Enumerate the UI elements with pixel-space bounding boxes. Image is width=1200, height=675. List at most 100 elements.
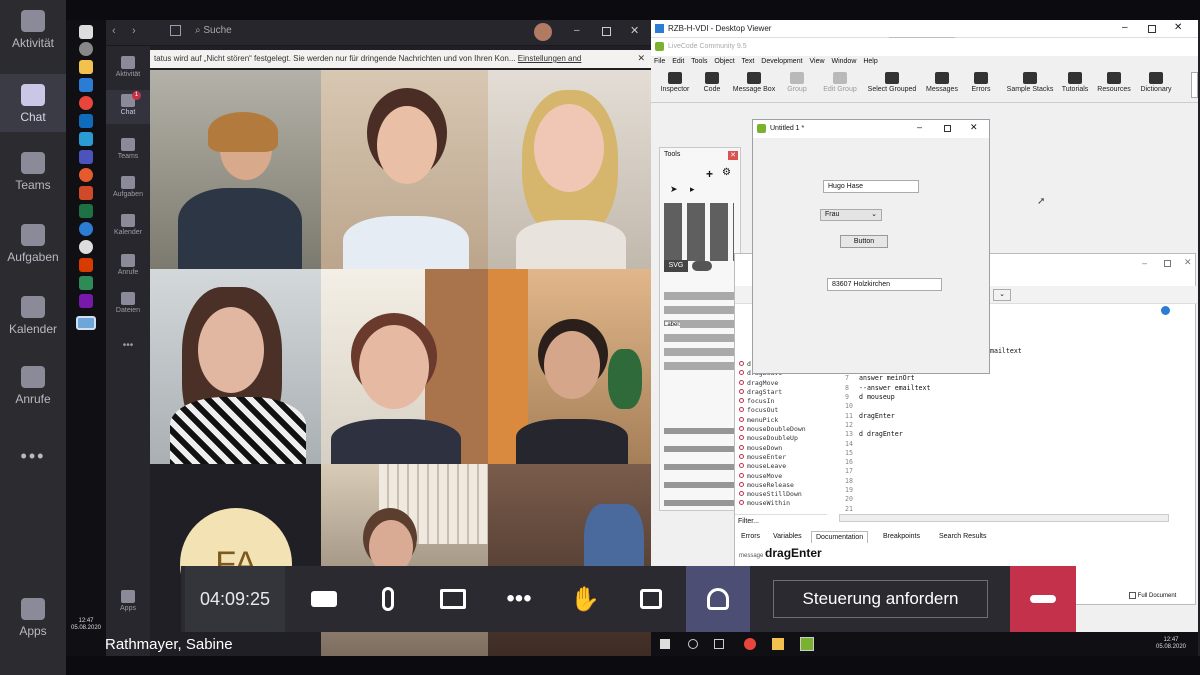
handler-item[interactable]: mouseWithin xyxy=(739,499,823,508)
app-icon[interactable] xyxy=(79,258,93,272)
maximize-icon[interactable] xyxy=(1164,260,1171,267)
pointer-tool-icon[interactable]: ➤ xyxy=(670,184,678,195)
close-icon[interactable]: ✕ xyxy=(1174,22,1182,33)
gear-icon[interactable]: ⚙ xyxy=(722,167,731,178)
menu-window[interactable]: Window xyxy=(831,58,856,65)
irail-teams[interactable]: Teams xyxy=(106,138,150,166)
maximize-icon[interactable] xyxy=(1148,25,1156,33)
run-tool-icon[interactable]: ▸ xyxy=(690,184,695,195)
handler-item[interactable]: mouseStillDown xyxy=(739,490,823,499)
raise-hand-button[interactable]: ✋ xyxy=(553,566,617,632)
paint-tools-grid[interactable] xyxy=(664,428,734,508)
video-tile[interactable] xyxy=(488,269,651,464)
group-button[interactable]: Group xyxy=(785,72,809,100)
share-screen-button[interactable] xyxy=(421,566,485,632)
close-icon[interactable]: ✕ xyxy=(637,53,645,64)
handler-item[interactable]: focusIn xyxy=(739,397,823,406)
toggle-tool[interactable] xyxy=(692,261,712,271)
inspector-button[interactable]: Inspector xyxy=(657,72,693,100)
errors-button[interactable]: Errors xyxy=(967,72,995,100)
menu-edit[interactable]: Edit xyxy=(672,58,684,65)
menu-text[interactable]: Text xyxy=(741,58,754,65)
add-icon[interactable]: + xyxy=(706,167,713,181)
menu-file[interactable]: File xyxy=(654,58,665,65)
handler-item[interactable]: mouseLeave xyxy=(739,462,823,471)
menu-help[interactable]: Help xyxy=(863,58,877,65)
search-box[interactable]: ⌕ Suche xyxy=(195,25,505,41)
info-icon[interactable] xyxy=(1161,306,1170,315)
tab-errors[interactable]: Errors xyxy=(741,533,760,540)
handler-item[interactable]: dragMove xyxy=(739,379,823,388)
chat-button[interactable] xyxy=(619,566,683,632)
camera-button[interactable] xyxy=(292,566,356,632)
task-view-icon[interactable] xyxy=(714,639,724,649)
windows-start-icon[interactable] xyxy=(660,639,670,649)
irail-apps[interactable]: Apps xyxy=(106,590,150,618)
handler-item[interactable]: mouseMove xyxy=(739,472,823,481)
avatar[interactable] xyxy=(534,23,552,41)
livecode-icon[interactable] xyxy=(800,637,814,651)
firefox-icon[interactable] xyxy=(79,168,93,182)
rail-item-calendar[interactable]: Kalender xyxy=(0,296,66,344)
name-field[interactable]: Hugo Hase xyxy=(823,180,919,193)
app-icon[interactable] xyxy=(79,240,93,254)
irail-calls[interactable]: Anrufe xyxy=(106,254,150,282)
resources-button[interactable]: Resources xyxy=(1095,72,1133,100)
irail-tasks[interactable]: Aufgaben xyxy=(106,176,150,204)
powerpoint-icon[interactable] xyxy=(79,186,93,200)
rail-item-apps[interactable]: Apps xyxy=(0,598,66,646)
folder-icon[interactable] xyxy=(772,638,784,650)
rail-item-teams[interactable]: Teams xyxy=(0,152,66,200)
rail-item-tasks[interactable]: Aufgaben xyxy=(0,224,66,272)
close-icon[interactable]: ✕ xyxy=(1184,257,1192,268)
menu-object[interactable]: Object xyxy=(714,58,734,65)
rail-more-button[interactable]: ••• xyxy=(0,446,66,470)
close-icon[interactable]: ✕ xyxy=(630,24,639,37)
horizontal-scrollbar[interactable] xyxy=(839,514,1169,522)
rail-item-calls[interactable]: Anrufe xyxy=(0,366,66,414)
hang-up-button[interactable] xyxy=(1010,566,1076,632)
close-icon[interactable]: ✕ xyxy=(970,122,978,133)
select-grouped-button[interactable]: Select Grouped xyxy=(865,72,919,100)
search-icon[interactable] xyxy=(79,42,93,56)
onenote-icon[interactable] xyxy=(79,294,93,308)
minimize-icon[interactable]: – xyxy=(1142,258,1147,268)
irail-files[interactable]: Dateien xyxy=(106,292,150,320)
video-tile[interactable] xyxy=(488,70,651,269)
minimize-icon[interactable]: – xyxy=(917,122,922,132)
tutorials-button[interactable]: Tutorials xyxy=(1057,72,1093,100)
tab-search-results[interactable]: Search Results xyxy=(939,533,986,540)
video-tile[interactable] xyxy=(321,70,488,269)
rail-item-chat[interactable]: Chat xyxy=(0,74,66,132)
menu-view[interactable]: View xyxy=(809,58,824,65)
tab-variables[interactable]: Variables xyxy=(773,533,802,540)
chevron-down-icon[interactable]: ⌄ xyxy=(993,289,1011,301)
handler-item[interactable]: mouseDoubleDown xyxy=(739,425,823,434)
forward-arrow-icon[interactable]: › xyxy=(132,25,136,37)
tab-breakpoints[interactable]: Breakpoints xyxy=(883,533,920,540)
handler-item[interactable]: dragStart xyxy=(739,388,823,397)
tab-documentation[interactable]: Documentation xyxy=(811,531,869,543)
video-tile[interactable] xyxy=(321,269,488,464)
microphone-button[interactable] xyxy=(356,566,420,632)
app-icon-active[interactable] xyxy=(76,316,96,330)
more-actions-button[interactable]: ••• xyxy=(487,566,551,632)
edit-group-button[interactable]: Edit Group xyxy=(821,72,859,100)
handler-item[interactable]: mouseDown xyxy=(739,444,823,453)
maximize-icon[interactable] xyxy=(602,27,611,36)
menu-development[interactable]: Development xyxy=(761,58,802,65)
full-document-checkbox[interactable]: Full Document xyxy=(1129,592,1176,599)
object-tools-grid[interactable] xyxy=(664,203,734,261)
video-tile[interactable] xyxy=(150,70,321,269)
maximize-icon[interactable] xyxy=(944,125,951,132)
teams-taskbar-icon[interactable] xyxy=(79,150,93,164)
windows-start-icon[interactable] xyxy=(79,25,93,39)
handler-item[interactable]: mouseEnter xyxy=(739,453,823,462)
svg-tool[interactable]: SVG xyxy=(664,260,688,272)
app-icon[interactable] xyxy=(79,222,93,236)
handler-item[interactable]: mouseRelease xyxy=(739,481,823,490)
handler-item[interactable]: mouseDoubleUp xyxy=(739,434,823,443)
folder-icon[interactable] xyxy=(79,60,93,74)
close-icon[interactable]: ✕ xyxy=(728,151,738,160)
chrome-icon[interactable] xyxy=(744,638,756,650)
